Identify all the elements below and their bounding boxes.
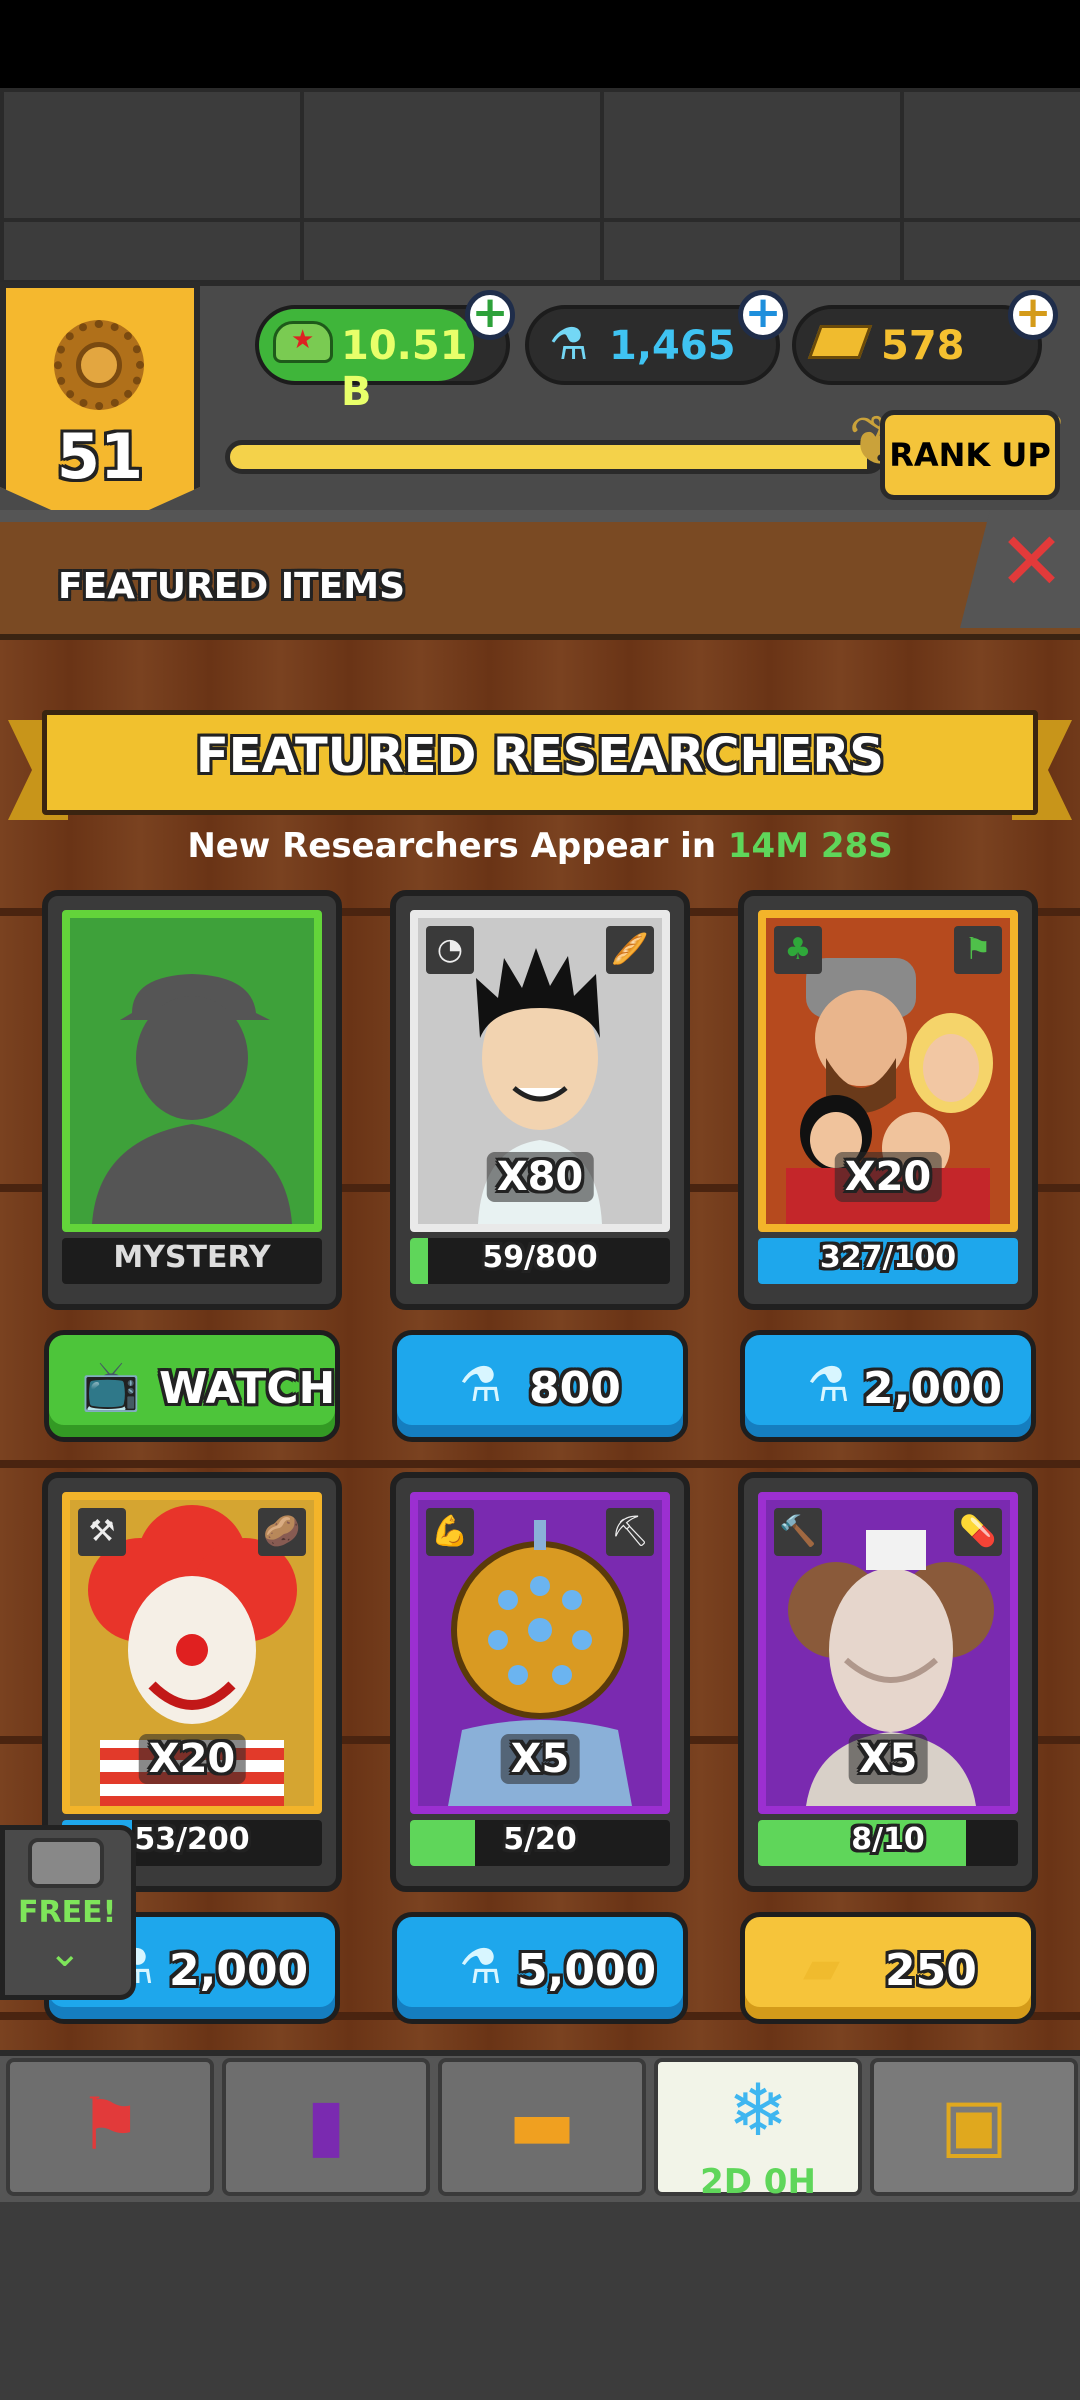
tab-cards[interactable]: ▮ (222, 2058, 430, 2196)
price-label: 250 (885, 1945, 977, 1996)
watch-ad-button[interactable]: 📺 WATCH (44, 1330, 340, 1442)
mystery-label-bar: MYSTERY (62, 1238, 322, 1284)
tab-dossier[interactable]: ▬ (438, 2058, 646, 2196)
researcher-card-nurse[interactable]: 🔨 💊 X5 8/10 (738, 1472, 1038, 1892)
pill-icon: 💊 (954, 1508, 1002, 1556)
multiplier: X5 (848, 1734, 928, 1784)
muscle-icon: 💪 (426, 1508, 474, 1556)
tab-missions[interactable]: ⚑ (6, 2058, 214, 2196)
price-label: 5,000 (517, 1945, 657, 1996)
xp-progress-bar (225, 440, 885, 474)
snowflake-icon: ❄ (727, 2068, 789, 2152)
price-label: 2,000 (169, 1945, 309, 1996)
rank-level: 51 (56, 420, 144, 493)
page-title: FEATURED ITEMS (58, 566, 406, 607)
multiplier: X80 (486, 1152, 594, 1202)
timer-value: 14M 28S (727, 826, 893, 866)
multiplier: X20 (834, 1152, 942, 1202)
star-icon: ★ (291, 325, 315, 355)
tab-event[interactable]: ❄ 2D 0H (654, 2058, 862, 2202)
flask-icon: ⚗ (459, 1357, 503, 1413)
cards-icon: ▮ (306, 2082, 346, 2166)
researcher-card-mystery[interactable]: MYSTERY (42, 890, 342, 1310)
price-label: 2,000 (863, 1363, 1003, 1414)
progress-bar: 327/100 (758, 1238, 1018, 1284)
progress-text: 5/20 (503, 1822, 577, 1857)
multiplier: X5 (500, 1734, 580, 1784)
multiplier: X20 (138, 1734, 246, 1784)
flask-value: 1,465 (609, 323, 736, 369)
progress-text: 59/800 (482, 1240, 598, 1275)
gauge-icon: ◔ (426, 926, 474, 974)
flask-icon: ⚗ (807, 1357, 851, 1413)
researcher-card-doctor[interactable]: ◔ 🥖 X80 59/800 (390, 890, 690, 1310)
star-flag-icon: ⚑ (77, 2082, 143, 2166)
potato-icon: 🥔 (258, 1508, 306, 1556)
gold-counter[interactable]: 578 (792, 305, 1042, 385)
progress-bar: 59/800 (410, 1238, 670, 1284)
add-flask-button[interactable]: + (738, 290, 788, 340)
flask-icon: ⚗ (459, 1939, 503, 1995)
chevron-down-icon: ⌄ (48, 1930, 82, 1976)
ore-icon: ⛏ (606, 1508, 654, 1556)
researcher-portrait: ⚒ 🥔 X20 (62, 1492, 322, 1814)
researcher-portrait: ♣ ⚑ X20 (758, 910, 1018, 1232)
mystery-portrait (62, 910, 322, 1232)
stone-wall-background (0, 88, 1080, 288)
mystery-label: MYSTERY (113, 1240, 271, 1275)
progress-bar: 5/20 (410, 1820, 670, 1866)
price-label: 800 (529, 1363, 621, 1414)
clover-icon: ♣ (774, 926, 822, 974)
rank-up-button[interactable]: RANK UP (880, 410, 1060, 500)
timer-prefix: New Researchers Appear in (187, 826, 717, 866)
researcher-portrait: 💪 ⛏ X5 (410, 1492, 670, 1814)
buy-button-family[interactable]: ⚗ 2,000 (740, 1330, 1036, 1442)
watch-label: WATCH (159, 1363, 336, 1414)
gold-bar-icon (807, 325, 873, 359)
close-icon[interactable]: ✕ (998, 515, 1065, 608)
silhouette-icon (70, 918, 314, 1224)
buy-button-doctor[interactable]: ⚗ 800 (392, 1330, 688, 1442)
flask-icon: ⚗ (549, 319, 589, 370)
add-cash-button[interactable]: + (465, 290, 515, 340)
researcher-portrait: ◔ 🥖 X80 (410, 910, 670, 1232)
gold-value: 578 (881, 323, 965, 369)
researcher-card-diver[interactable]: 💪 ⛏ X5 5/20 (390, 1472, 690, 1892)
researcher-card-family[interactable]: ♣ ⚑ X20 327/100 (738, 890, 1038, 1310)
buy-button-nurse[interactable]: ▰ 250 (740, 1912, 1036, 2024)
free-label: FREE! (18, 1895, 117, 1930)
event-timer: 2D 0H (700, 2162, 816, 2202)
folder-icon: ▬ (507, 2082, 577, 2166)
treasure-chest-icon: ▣ (939, 2082, 1009, 2166)
refresh-timer: New Researchers Appear in 14M 28S (0, 826, 1080, 866)
buy-button-diver[interactable]: ⚗ 5,000 (392, 1912, 688, 2024)
golf-flag-icon: ⚑ (954, 926, 1002, 974)
crate-icon (28, 1838, 104, 1888)
progress-bar: 8/10 (758, 1820, 1018, 1866)
gear-center-icon (76, 342, 122, 388)
add-gold-button[interactable]: + (1008, 290, 1058, 340)
bread-icon: 🥖 (606, 926, 654, 974)
tab-shop[interactable]: ▣ (870, 2058, 1078, 2196)
status-bar (0, 0, 1080, 88)
tv-icon: 📺 (81, 1358, 141, 1414)
hammer-icon: ⚒ (78, 1508, 126, 1556)
hammer-icon: 🔨 (774, 1508, 822, 1556)
progress-text: 327/100 (819, 1240, 957, 1275)
section-title: FEATURED RESEARCHERS (196, 728, 884, 784)
bottom-background (0, 2202, 1080, 2400)
researcher-portrait: 🔨 💊 X5 (758, 1492, 1018, 1814)
progress-text: 8/10 (851, 1822, 925, 1857)
gold-bar-icon: ▰ (803, 1939, 840, 1995)
